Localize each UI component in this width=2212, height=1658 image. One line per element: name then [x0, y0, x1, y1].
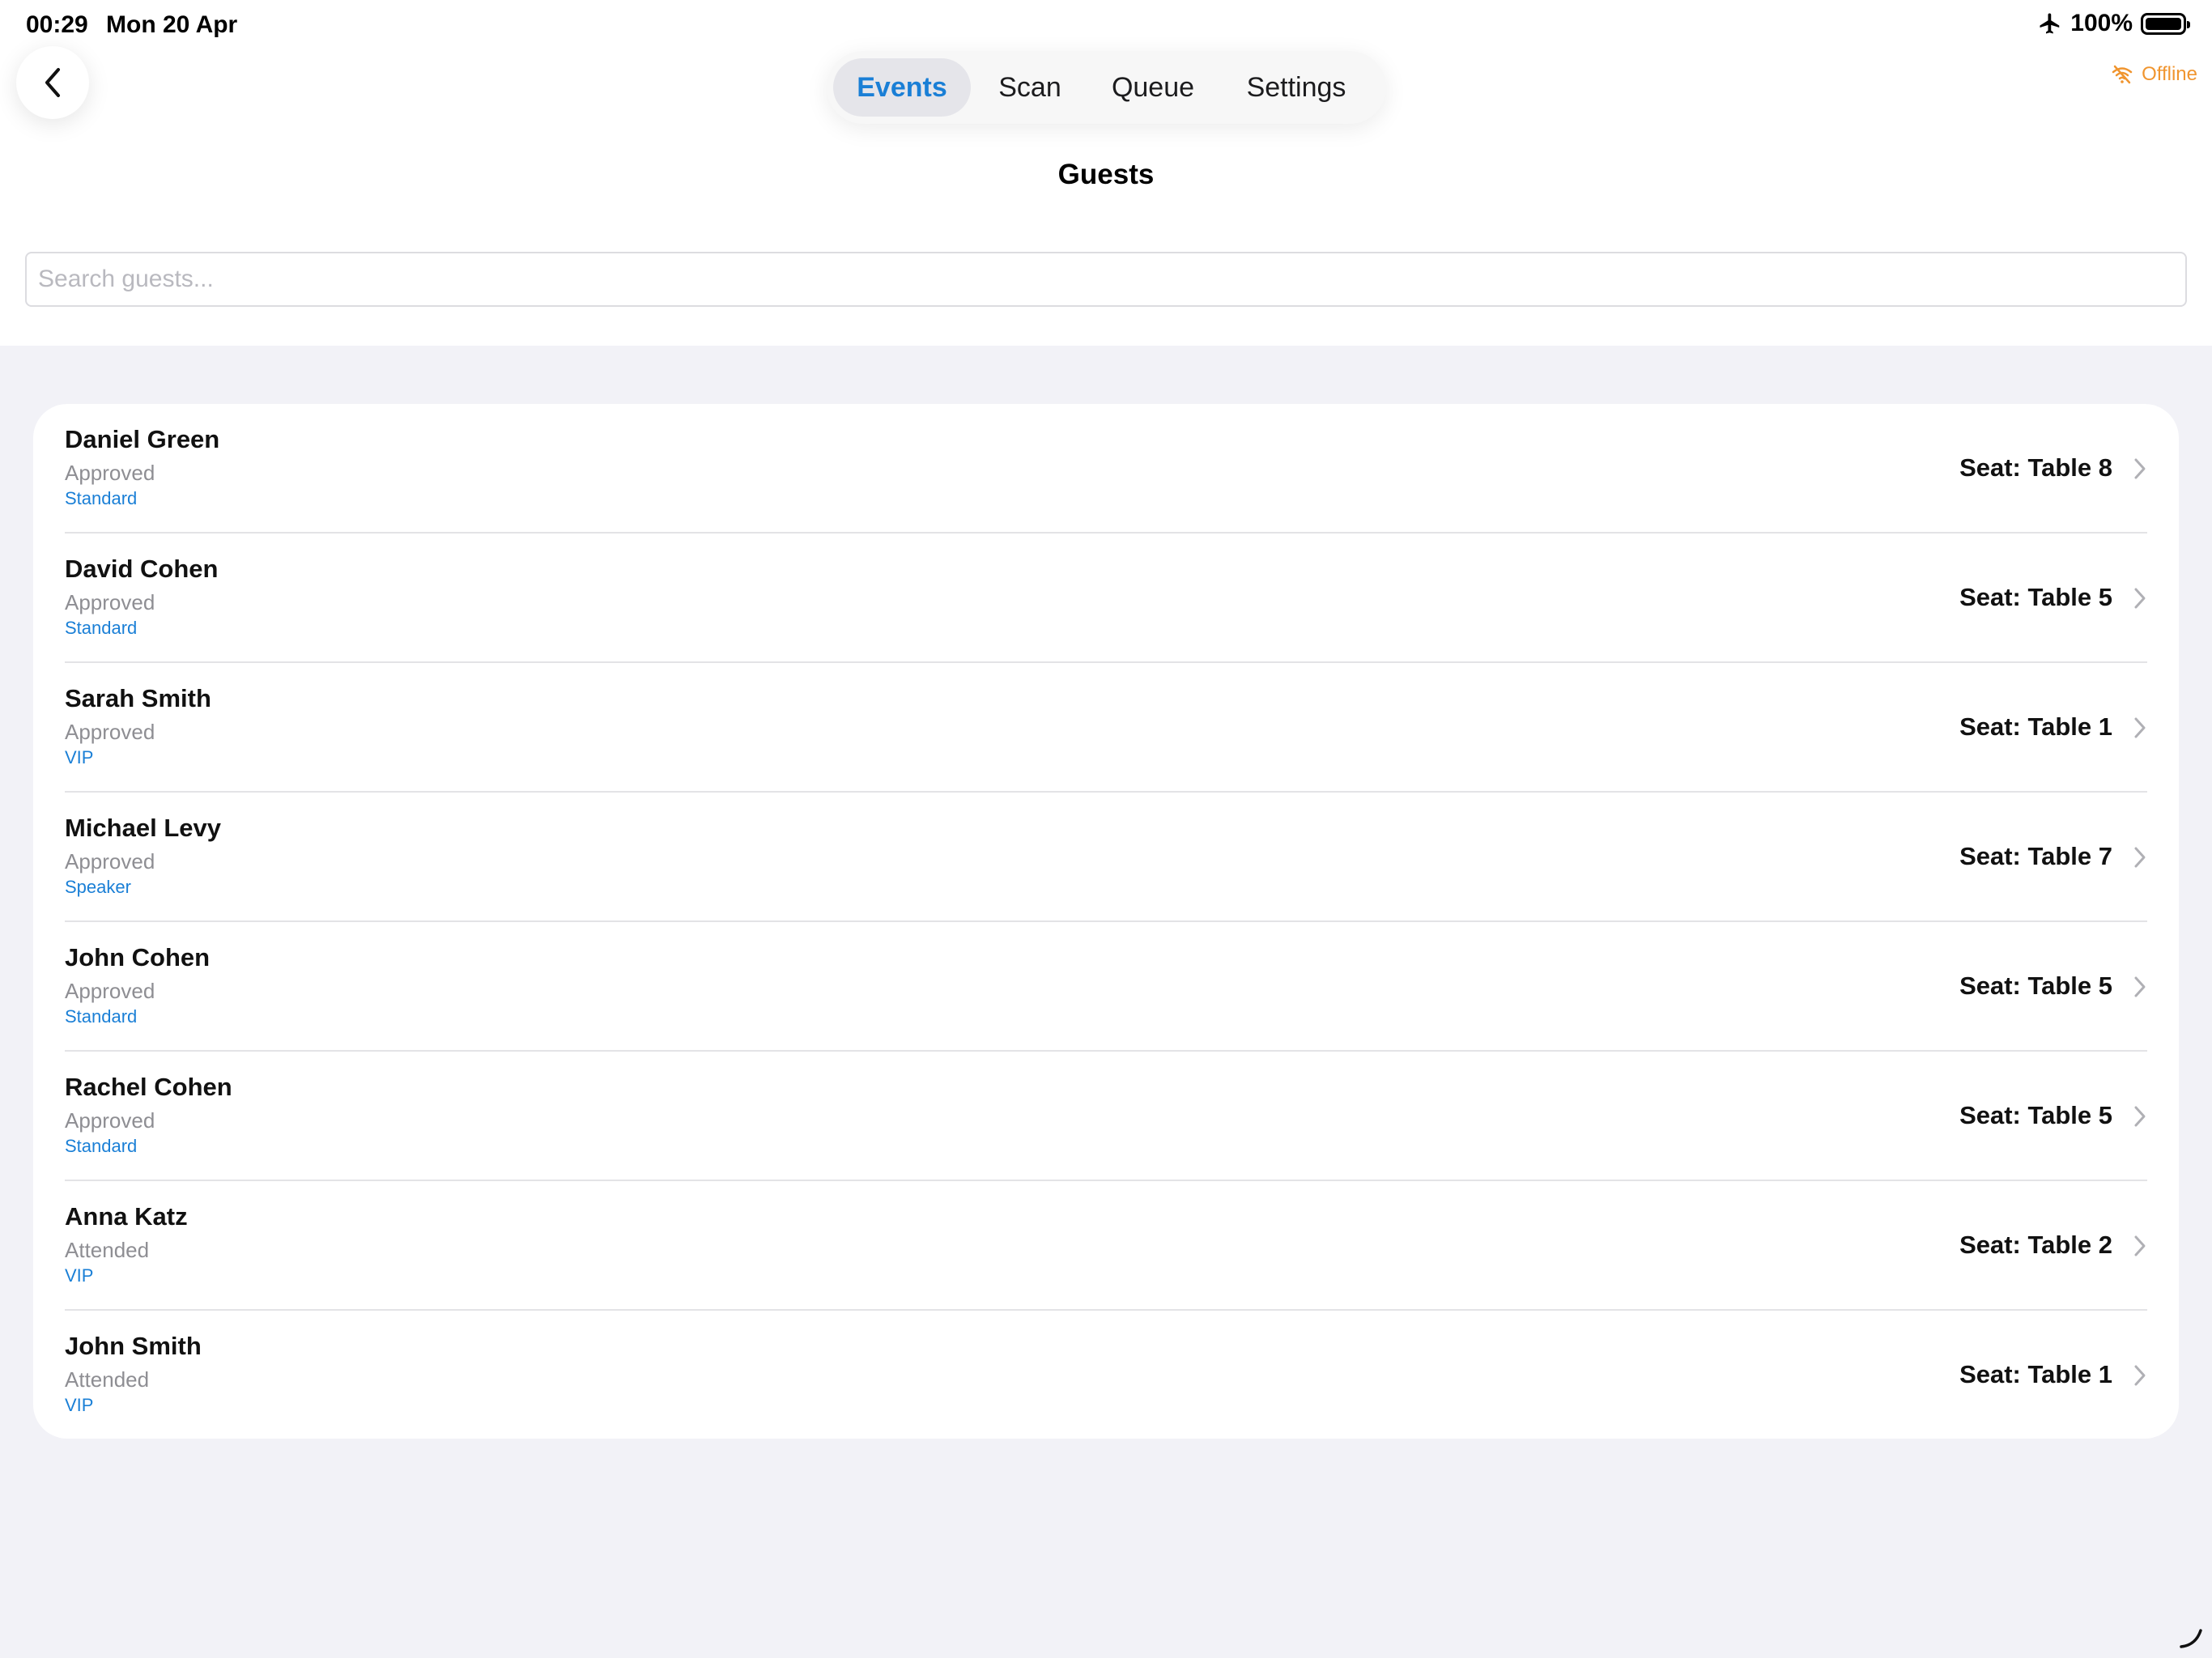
guest-type: Standard: [65, 1006, 138, 1027]
guest-seat: Seat: Table 5: [1959, 971, 2112, 1000]
airplane-icon: [2040, 13, 2060, 34]
guest-name: Rachel Cohen: [65, 1073, 232, 1101]
chevron-right-icon: [2134, 1106, 2146, 1127]
guest-row[interactable]: Michael Levy Approved Speaker Seat: Tabl…: [33, 793, 2179, 922]
guest-status: Approved: [65, 1108, 155, 1133]
guest-name: John Smith: [65, 1332, 202, 1360]
wifi-off-icon: [2112, 65, 2133, 84]
guest-status: Attended: [65, 1238, 150, 1262]
guest-name: Sarah Smith: [65, 684, 211, 712]
back-button[interactable]: [16, 46, 89, 119]
guest-status: Approved: [65, 849, 155, 874]
tab-events[interactable]: Events: [833, 58, 971, 117]
tab-scan[interactable]: Scan: [971, 58, 1089, 117]
guest-type: VIP: [65, 747, 94, 767]
guest-type: Standard: [65, 488, 138, 508]
chevron-right-icon: [2134, 1235, 2146, 1256]
guest-status: Approved: [65, 979, 155, 1003]
guest-name: Daniel Green: [65, 425, 220, 453]
search-input[interactable]: [25, 252, 2187, 307]
guest-seat: Seat: Table 1: [1959, 712, 2112, 741]
chevron-right-icon: [2134, 717, 2146, 738]
chevron-right-icon: [2134, 1365, 2146, 1386]
guest-type: VIP: [65, 1395, 94, 1415]
guest-status: Attended: [65, 1367, 150, 1392]
guest-seat: Seat: Table 1: [1959, 1360, 2112, 1388]
offline-label: Offline: [2142, 63, 2197, 85]
guest-status: Approved: [65, 720, 155, 744]
guest-seat: Seat: Table 5: [1959, 583, 2112, 611]
guest-type: Speaker: [65, 877, 131, 897]
guest-row[interactable]: Anna Katz Attended VIP Seat: Table 2: [33, 1181, 2179, 1311]
battery-icon: [2141, 12, 2190, 35]
guest-status: Approved: [65, 461, 155, 485]
guest-name: David Cohen: [65, 555, 219, 583]
guest-row[interactable]: Daniel Green Approved Standard Seat: Tab…: [33, 404, 2179, 534]
status-date: Mon 20 Apr: [106, 11, 238, 38]
status-indicators: 100%: [2038, 10, 2190, 37]
guest-status: Approved: [65, 590, 155, 614]
battery-percent: 100%: [2070, 10, 2133, 36]
chevron-right-icon: [2134, 847, 2146, 868]
segmented-tabs: Events Scan Queue Settings: [827, 51, 1386, 124]
status-time: 00:29: [26, 11, 88, 38]
guest-name: Michael Levy: [65, 814, 221, 842]
tab-settings[interactable]: Settings: [1217, 58, 1376, 117]
guest-list: Daniel Green Approved Standard Seat: Tab…: [33, 404, 2179, 1439]
chevron-right-icon: [2134, 458, 2146, 479]
guest-row[interactable]: Rachel Cohen Approved Standard Seat: Tab…: [33, 1052, 2179, 1181]
guest-seat: Seat: Table 2: [1959, 1231, 2112, 1259]
resize-handle-icon[interactable]: [2178, 1624, 2204, 1650]
guest-row[interactable]: David Cohen Approved Standard Seat: Tabl…: [33, 534, 2179, 663]
chevron-right-icon: [2134, 976, 2146, 997]
guest-seat: Seat: Table 8: [1959, 453, 2112, 482]
guest-name: Anna Katz: [65, 1202, 188, 1231]
guest-seat: Seat: Table 5: [1959, 1101, 2112, 1129]
guest-seat: Seat: Table 7: [1959, 842, 2112, 870]
guest-row[interactable]: John Cohen Approved Standard Seat: Table…: [33, 922, 2179, 1052]
guest-row[interactable]: John Smith Attended VIP Seat: Table 1: [33, 1311, 2179, 1439]
chevron-left-icon: [45, 68, 60, 97]
guest-name: John Cohen: [65, 943, 211, 971]
guest-row[interactable]: Sarah Smith Approved VIP Seat: Table 1: [33, 663, 2179, 793]
header-area: 00:29 Mon 20 Apr 100% Events Scan Queue …: [0, 0, 2212, 346]
guest-type: Standard: [65, 618, 138, 638]
status-bar: 00:29 Mon 20 Apr 100%: [0, 0, 2212, 52]
offline-indicator: Offline: [2111, 63, 2197, 86]
chevron-right-icon: [2134, 588, 2146, 609]
tab-queue[interactable]: Queue: [1089, 58, 1217, 117]
guest-type: Standard: [65, 1136, 138, 1156]
page-title: Guests: [1057, 159, 1155, 190]
guest-type: VIP: [65, 1265, 94, 1286]
